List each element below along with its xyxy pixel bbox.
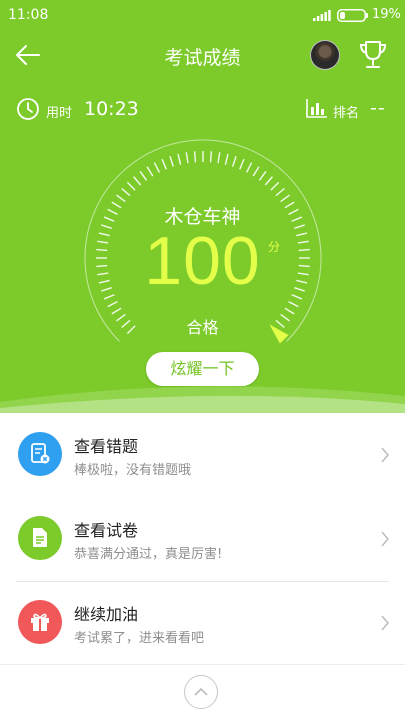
gauge-tick [161,158,167,170]
gift-icon [18,600,62,644]
list-item-subtitle: 考试累了，进来看看吧 [74,631,205,646]
list-item-title: 查看试卷 [74,521,139,540]
gauge-tick [146,166,154,177]
list-item-wrong-questions[interactable]: 查看错题 棒极啦，没有错题哦 [0,413,405,497]
page-title: 考试成绩 [164,47,241,69]
chevron-right-icon [381,531,389,547]
list-item-subtitle: 棒极啦，没有错题哦 [74,463,192,478]
signal-icon [313,10,331,21]
list-item-title: 继续加油 [74,605,139,624]
gauge-tick [177,153,182,165]
gauge-tick [121,187,131,197]
gauge-tick [224,153,229,165]
gauge-tick [116,194,126,203]
gauge-tick [231,156,237,167]
gauge-tick [169,156,175,167]
clock-icon [17,98,39,120]
time-used-label: 用时 [46,106,73,121]
score-unit: 分 [268,240,281,254]
gauge-tick [107,300,118,308]
gauge-tick [193,151,197,163]
bottom-divider [0,664,405,665]
nav-bar: 考试成绩 [0,30,405,80]
list-item-keep-going[interactable]: 继续加油 考试累了，进来看看吧 [0,581,405,665]
chevron-right-icon [381,615,389,631]
status-time: 11:08 [8,7,49,23]
trophy-icon[interactable] [358,39,388,71]
action-list: 查看错题 棒极啦，没有错题哦 查看试卷 恭喜满分通过，真是厉害! 继续加油 考试… [0,413,405,665]
pass-status: 合格 [186,318,219,337]
gauge-tick [252,166,260,177]
list-item-subtitle: 恭喜满分通过，真是厉害! [74,547,223,562]
scroll-up-button[interactable] [184,675,218,709]
score-value: 100 [144,223,261,299]
exam-paper-icon [18,516,62,560]
gauge-tick [264,176,274,186]
rank-value: -- [370,97,386,119]
gauge-tick [258,171,267,181]
list-item-title: 查看错题 [74,437,139,456]
wrong-questions-icon [18,432,62,476]
gauge-tick [217,152,221,164]
chevron-up-icon [194,687,208,696]
rank-label: 排名 [333,106,360,121]
rank-chart-icon [306,99,327,118]
gauge-tick [245,162,253,173]
time-used-value: 10:23 [84,98,139,120]
gauge-tick [280,194,290,203]
chevron-right-icon [381,447,389,463]
gauge-tick [126,181,136,191]
list-item-exam-paper[interactable]: 查看试卷 恭喜满分通过，真是厉害! [0,497,405,581]
battery-percent: 19% [372,7,401,22]
score-gauge: 木仓车神 100 分 合格 炫耀一下 [0,130,405,400]
gauge-tick [275,187,285,197]
gauge-tick [185,152,189,164]
gauge-tick [209,151,213,163]
gauge-tick [132,176,142,186]
status-bar: 11:08 19% [0,0,405,30]
gauge-tick [139,171,148,181]
avatar[interactable] [310,40,340,70]
gauge-tick [288,300,299,308]
gauge-tick [153,162,161,173]
result-header-panel: 11:08 19% 考试成绩 用时 10:23 排名 -- 木仓车神 100 分… [0,0,405,413]
info-bar: 用时 10:23 排名 -- [0,95,405,125]
battery-icon [337,9,368,22]
header-wave [0,386,405,413]
gauge-tick [270,181,280,191]
gauge-tick [239,158,245,170]
